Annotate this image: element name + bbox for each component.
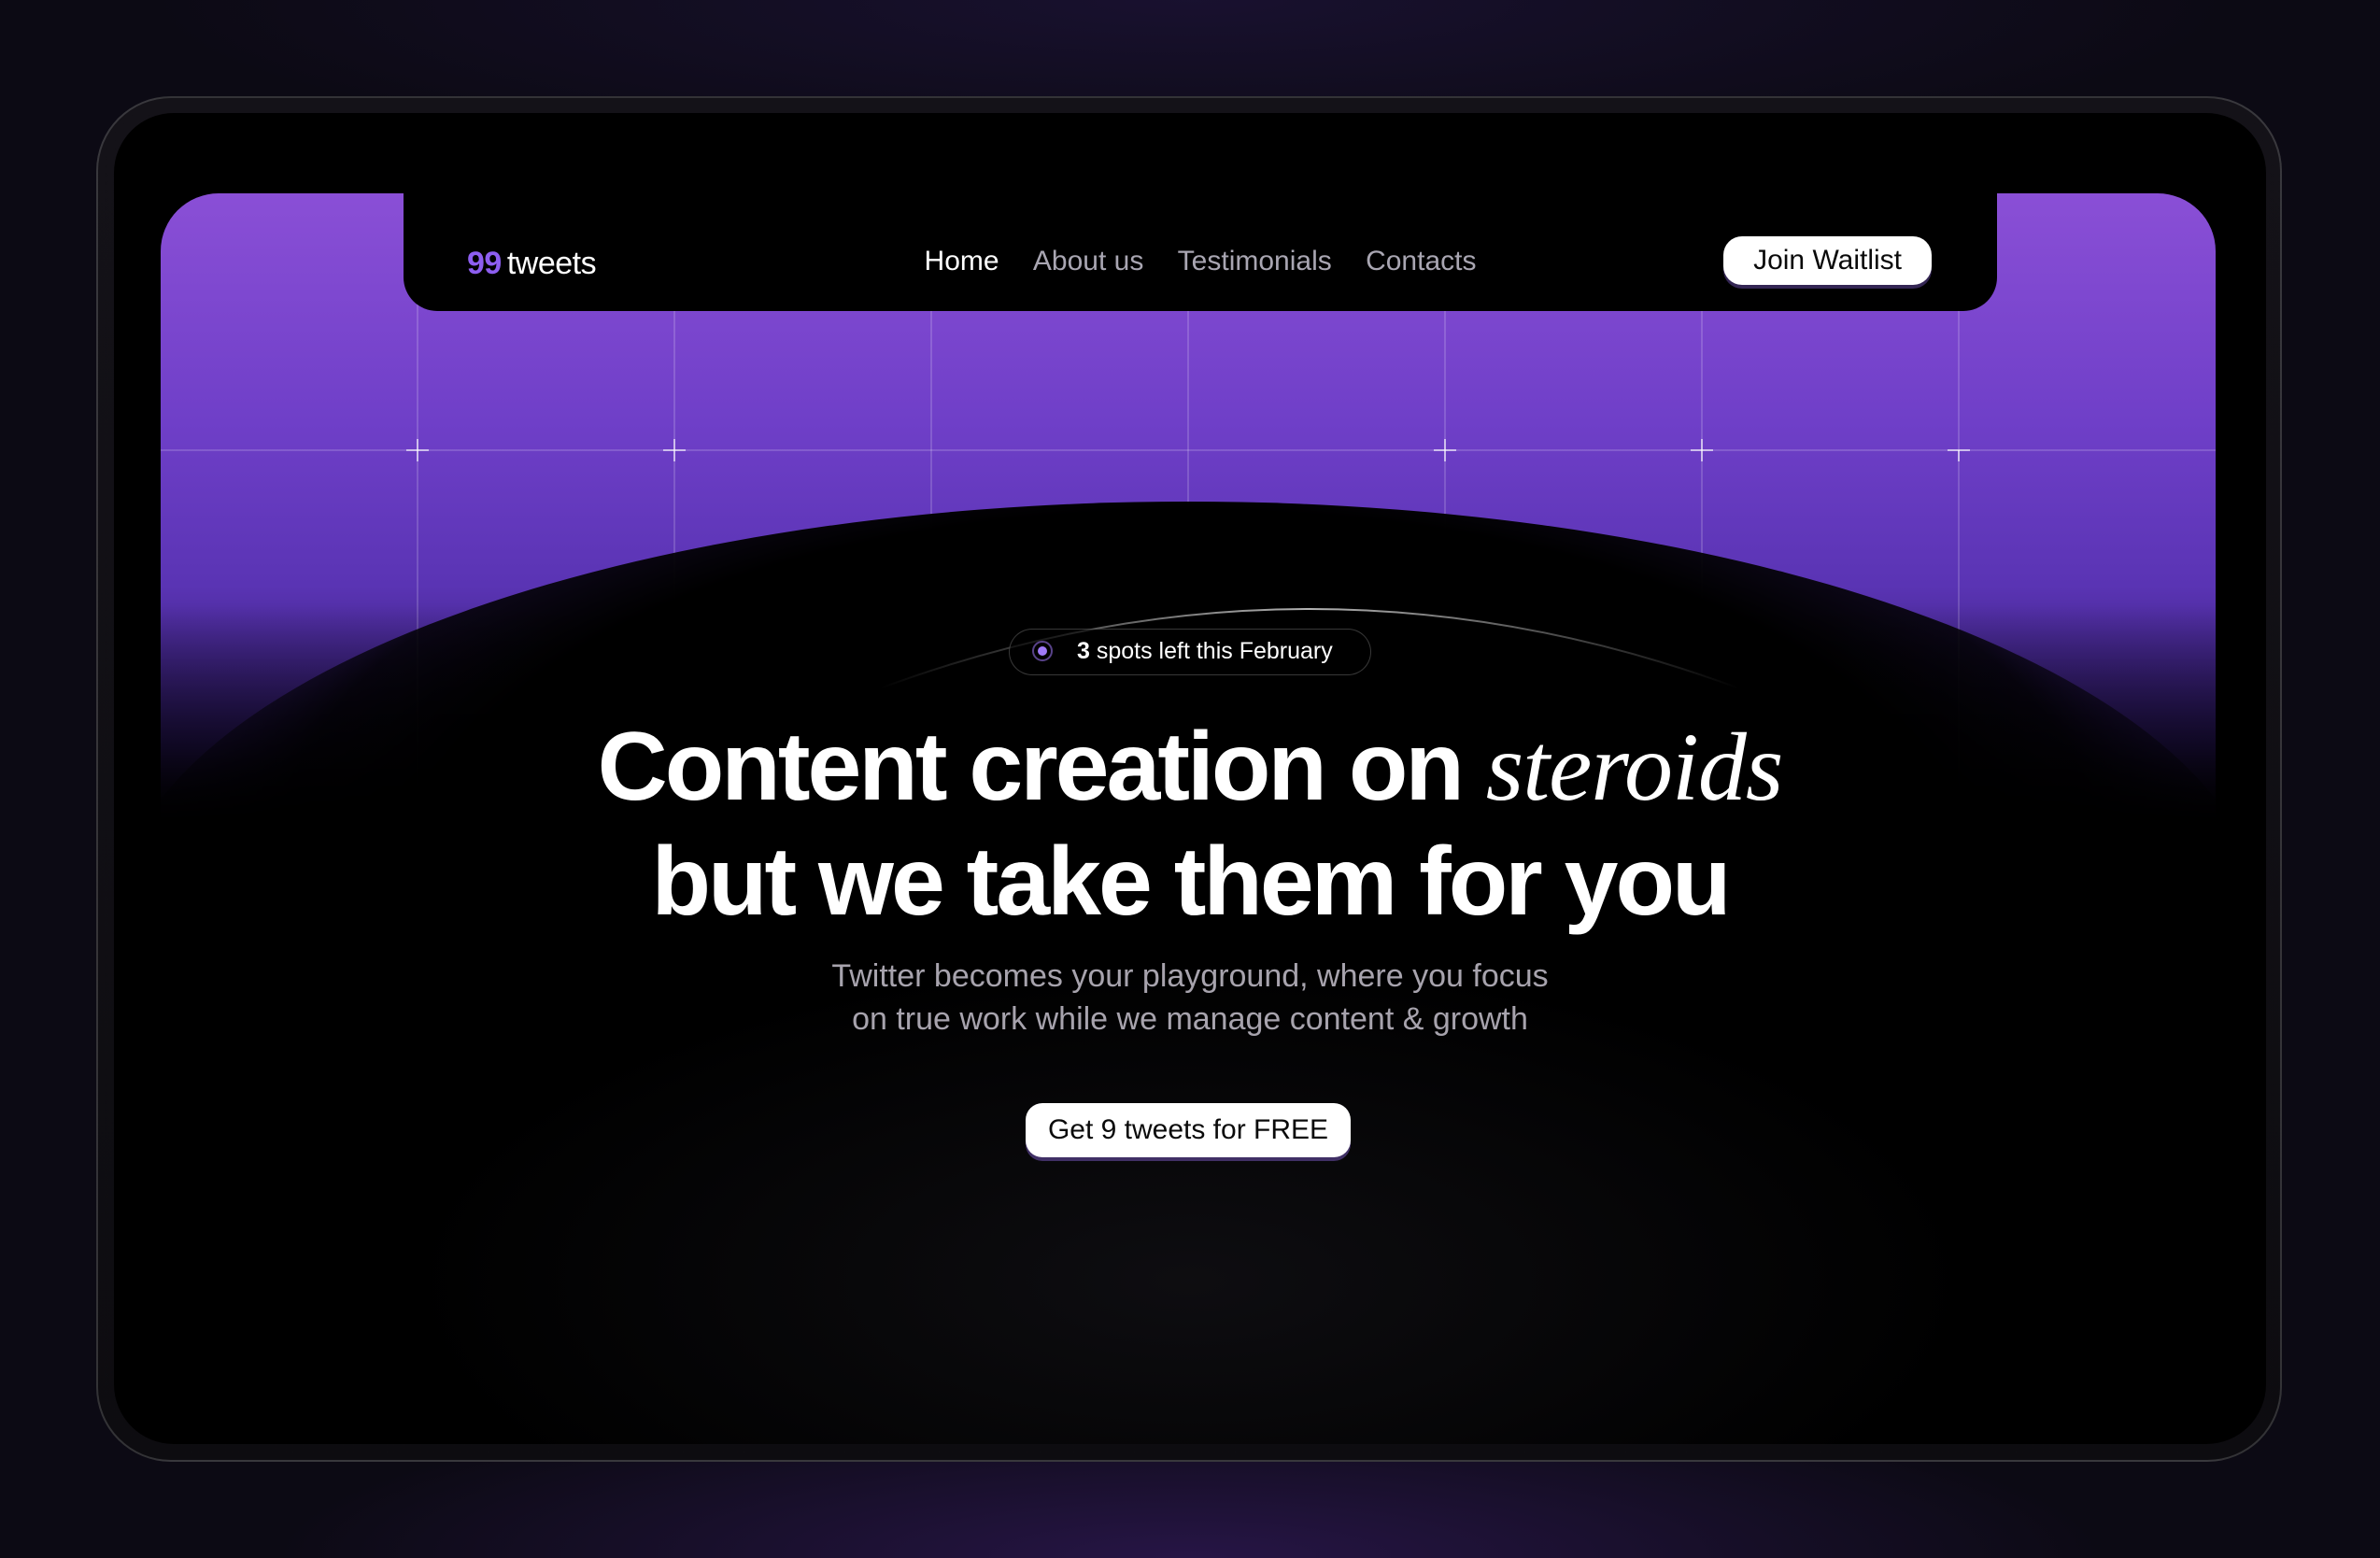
headline-text: Content creation on bbox=[597, 713, 1465, 821]
device-screen: 99 tweets Home About us Testimonials Cont… bbox=[114, 113, 2266, 1444]
navbar: 99 tweets Home About us Testimonials Cont… bbox=[404, 180, 1997, 311]
badge-text: 3 spots left this February bbox=[1077, 630, 1333, 673]
nav-link-contacts[interactable]: Contacts bbox=[1366, 246, 1476, 276]
badge-count: 3 bbox=[1077, 638, 1090, 664]
badge-label: spots left this February bbox=[1096, 638, 1333, 664]
join-waitlist-button[interactable]: Join Waitlist bbox=[1723, 236, 1932, 285]
page-background: 99 tweets Home About us Testimonials Cont… bbox=[0, 0, 2380, 1558]
nav-link-about[interactable]: About us bbox=[1033, 246, 1143, 276]
headline-emphasis: steroids bbox=[1485, 714, 1784, 821]
hero-subtitle-line1: Twitter becomes your playground, where y… bbox=[831, 958, 1549, 994]
nav-link-testimonials[interactable]: Testimonials bbox=[1178, 246, 1332, 276]
hero-subtitle-line2: on true work while we manage content & g… bbox=[852, 1001, 1528, 1037]
spots-left-badge: 3 spots left this February bbox=[1009, 629, 1371, 675]
radio-dot-icon bbox=[1032, 641, 1053, 661]
get-free-tweets-button[interactable]: Get 9 tweets for FREE bbox=[1026, 1103, 1351, 1157]
nav-link-home[interactable]: Home bbox=[925, 246, 999, 276]
hero-headline-line1: Content creation on steroids bbox=[114, 709, 2266, 826]
hero-headline-line2: but we take them for you bbox=[651, 828, 1731, 936]
